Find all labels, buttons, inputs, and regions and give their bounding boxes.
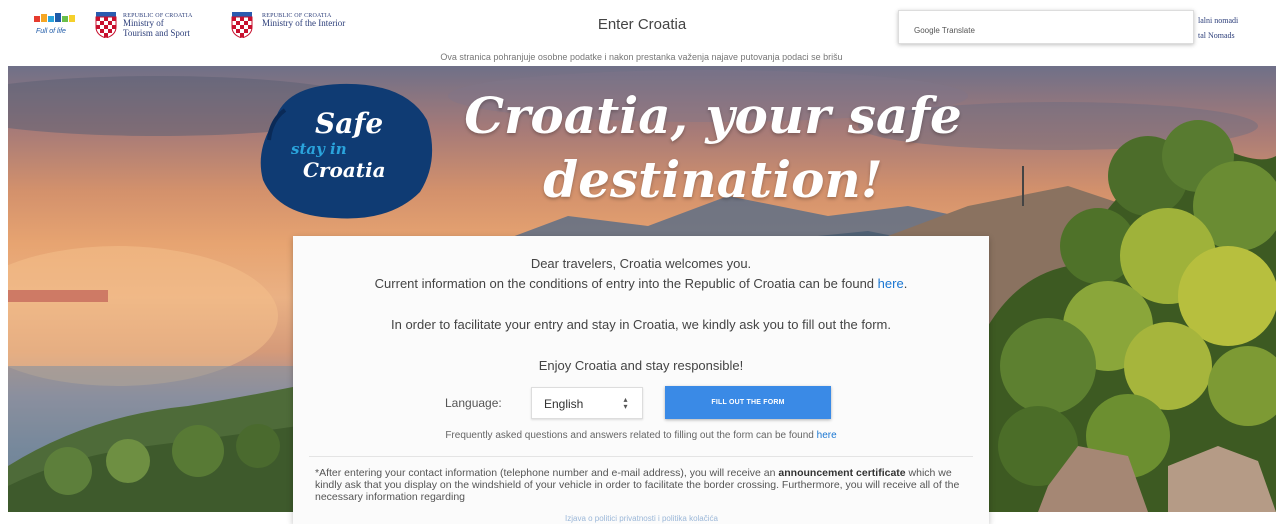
entry-info-text: Current information on the conditions of… [293, 276, 989, 292]
croatia-tourism-logo[interactable]: Full of life [32, 12, 86, 38]
google-translate-label: Google Translate [914, 26, 975, 35]
entry-info-link[interactable]: here [878, 276, 904, 291]
privacy-policy-link[interactable]: Izjava o politici privatnosti i politika… [0, 514, 1283, 523]
ministry-name-line1: Ministry of the Interior [262, 18, 346, 29]
faq-text: Frequently asked questions and answers r… [293, 430, 989, 441]
site-title: Enter Croatia [597, 16, 687, 33]
language-select[interactable]: English ▴▾ [531, 387, 643, 419]
ministry-tourism-sport-logo[interactable]: REPUBLIC OF CROATIA Ministry of Tourism … [123, 13, 192, 38]
chevron-updown-icon: ▴▾ [621, 395, 630, 409]
fill-form-request-text: In order to facilitate your entry and st… [390, 317, 891, 332]
top-header: Full of life REPUBLIC OF CROATIA Ministr… [0, 0, 1283, 52]
greeting-text: Dear travelers, Croatia welcomes you. [530, 256, 752, 271]
badge-safe: Safe [315, 107, 384, 140]
card-divider [309, 456, 973, 457]
hero-headline: Croatia, your safe destination! [418, 84, 1008, 212]
safe-stay-badge-text: Safe stay in Croatia [255, 80, 435, 222]
language-select-value: English [544, 397, 584, 411]
croatian-coat-of-arms-icon [95, 12, 117, 38]
google-translate-widget[interactable]: Google Translate [898, 10, 1194, 44]
hero-headline-line2: destination! [543, 150, 883, 209]
ministry-name-line2: Tourism and Sport [123, 27, 190, 38]
entry-info-label: Current information on the conditions of… [374, 276, 875, 291]
footnote-start: *After entering your contact information… [315, 467, 776, 479]
badge-croatia: Croatia [303, 158, 386, 182]
announcement-footnote: *After entering your contact information… [315, 467, 967, 503]
enjoy-text: Enjoy Croatia and stay responsible! [538, 358, 744, 373]
nav-link-digital-nomads-en[interactable]: tal Nomads [1198, 31, 1235, 40]
ministry-interior-logo[interactable]: REPUBLIC OF CROATIA Ministry of the Inte… [262, 13, 345, 29]
svg-text:Full of life: Full of life [36, 28, 66, 35]
croatian-coat-of-arms-icon [231, 12, 253, 38]
fill-out-form-button[interactable]: FILL OUT THE FORM [665, 386, 831, 419]
footnote-bold-term: announcement certificate [778, 467, 906, 479]
language-label: Language: [445, 396, 502, 410]
nav-link-digital-nomads-hr[interactable]: lalni nomadi [1198, 16, 1238, 25]
hero-headline-line1: Croatia, your safe [464, 86, 962, 145]
welcome-card: Dear travelers, Croatia welcomes you. Cu… [293, 236, 989, 524]
entry-info-period: . [903, 276, 908, 291]
privacy-notice: Ova stranica pohranjuje osobne podatke i… [440, 52, 843, 62]
faq-link[interactable]: here [817, 430, 837, 441]
faq-label: Frequently asked questions and answers r… [445, 430, 814, 441]
badge-stay-in: stay in [291, 140, 347, 158]
